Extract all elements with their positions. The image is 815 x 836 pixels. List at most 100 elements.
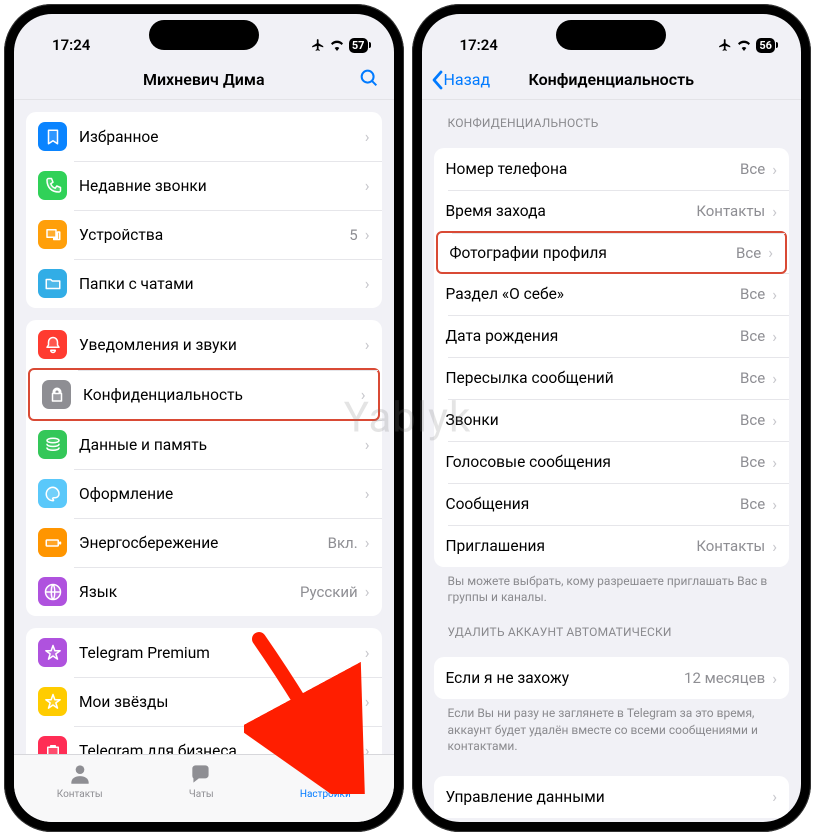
settings-row[interactable]: Недавние звонки› bbox=[26, 161, 382, 210]
bookmark-icon bbox=[38, 122, 67, 151]
chevron-right-icon: › bbox=[361, 385, 366, 404]
privacy-row[interactable]: ЗвонкиВсе› bbox=[434, 399, 790, 441]
row-value: Все bbox=[740, 453, 765, 471]
row-value: Контакты bbox=[696, 537, 765, 555]
chevron-right-icon: › bbox=[365, 274, 370, 293]
privacy-row[interactable]: СообщенияВсе› bbox=[434, 483, 790, 525]
settings-icon bbox=[312, 761, 338, 787]
nav-header: Михневич Дима bbox=[14, 62, 394, 100]
chevron-right-icon: › bbox=[365, 484, 370, 503]
phone-frame-right: 17:24 56 Назад Конфиденциальность КОНФИД… bbox=[412, 4, 812, 832]
privacy-row[interactable]: Номер телефонаВсе› bbox=[434, 148, 790, 190]
row-label: Мои звёзды bbox=[79, 693, 362, 711]
chevron-right-icon: › bbox=[772, 537, 777, 556]
chevron-right-icon: › bbox=[365, 435, 370, 454]
row-label: Энергосбережение bbox=[79, 534, 328, 552]
settings-row[interactable]: Устройства5 › bbox=[26, 210, 382, 259]
chevron-right-icon: › bbox=[772, 327, 777, 346]
chevron-right-icon: › bbox=[365, 176, 370, 195]
privacy-row[interactable]: Пересылка сообщенийВсе› bbox=[434, 357, 790, 399]
status-time: 17:24 bbox=[460, 36, 498, 54]
privacy-row[interactable]: ПриглашенияКонтакты› bbox=[434, 525, 790, 567]
chevron-right-icon: › bbox=[365, 692, 370, 711]
data-management-row[interactable]: Управление данными › bbox=[434, 776, 790, 818]
screen-left: 17:24 57 Михневич Дима Избранное›Недавни… bbox=[14, 14, 394, 822]
chevron-right-icon: › bbox=[772, 453, 777, 472]
appearance-icon bbox=[38, 479, 67, 508]
settings-row[interactable]: ЭнергосбережениеВкл.› bbox=[26, 518, 382, 567]
contacts-icon bbox=[67, 761, 93, 787]
row-value: Все bbox=[740, 411, 765, 429]
chats-icon bbox=[188, 761, 214, 787]
settings-row[interactable]: Уведомления и звуки› bbox=[26, 320, 382, 369]
row-label: Фотографии профиля bbox=[450, 244, 737, 262]
page-title: Конфиденциальность bbox=[528, 70, 694, 89]
settings-row[interactable]: Избранное› bbox=[26, 112, 382, 161]
row-value: 12 месяцев bbox=[684, 669, 765, 687]
settings-section: Telegram Premium›Мои звёзды›Telegram для… bbox=[26, 628, 382, 754]
settings-row[interactable]: Оформление› bbox=[26, 469, 382, 518]
section-privacy: Номер телефонаВсе›Время заходаКонтакты›Ф… bbox=[434, 148, 790, 567]
row-label: Управление данными bbox=[446, 788, 770, 806]
row-label: Устройства bbox=[79, 226, 349, 244]
privacy-row[interactable]: Голосовые сообщенияВсе › bbox=[434, 441, 790, 483]
battery-indicator: 56 bbox=[756, 38, 775, 53]
search-button[interactable] bbox=[358, 67, 380, 93]
row-label: Раздел «О себе» bbox=[446, 285, 741, 303]
chevron-right-icon: › bbox=[365, 741, 370, 754]
row-value: 5 bbox=[349, 226, 357, 244]
row-value: Вкл. bbox=[328, 534, 358, 552]
settings-row[interactable]: ЯзыкРусский› bbox=[26, 567, 382, 616]
settings-row[interactable]: Папки с чатами› bbox=[26, 259, 382, 308]
privacy-row[interactable]: Фотографии профиляВсе › bbox=[436, 231, 788, 274]
tab-contacts[interactable]: Контакты bbox=[57, 761, 103, 800]
row-value: Все bbox=[740, 327, 765, 345]
settings-row[interactable]: Данные и память› bbox=[26, 420, 382, 469]
tab-settings[interactable]: Настройки bbox=[300, 761, 351, 800]
row-value: Все bbox=[740, 495, 765, 513]
screen-right: 17:24 56 Назад Конфиденциальность КОНФИД… bbox=[422, 14, 802, 822]
settings-section: Уведомления и звуки›Конфиденциальность›Д… bbox=[26, 320, 382, 616]
section-header: УДАЛИТЬ АККАУНТ АВТОМАТИЧЕСКИ bbox=[422, 609, 802, 645]
settings-row[interactable]: Мои звёзды› bbox=[26, 677, 382, 726]
row-label: Голосовые сообщения bbox=[446, 453, 741, 471]
back-label: Назад bbox=[444, 70, 491, 89]
bell-icon bbox=[38, 330, 67, 359]
row-label: Номер телефона bbox=[446, 160, 741, 178]
settings-row[interactable]: Конфиденциальность› bbox=[28, 368, 380, 421]
chevron-right-icon: › bbox=[365, 225, 370, 244]
chevron-right-icon: › bbox=[772, 411, 777, 430]
privacy-row[interactable]: Раздел «О себе»Все› bbox=[434, 273, 790, 315]
row-label: Telegram для бизнеса bbox=[79, 742, 311, 755]
privacy-row[interactable]: Дата рожденияВсе › bbox=[434, 315, 790, 357]
settings-row[interactable]: Telegram для бизнесаНОВОЕ› bbox=[26, 726, 382, 754]
row-label: Telegram Premium bbox=[79, 644, 362, 662]
phone-icon bbox=[38, 171, 67, 200]
chevron-right-icon: › bbox=[772, 787, 777, 806]
wifi-icon bbox=[736, 39, 752, 51]
row-value: Все bbox=[736, 244, 761, 262]
row-value: Контакты bbox=[696, 202, 765, 220]
privacy-scroll[interactable]: КОНФИДЕНЦИАЛЬНОСТЬ Номер телефонаВсе›Вре… bbox=[422, 100, 802, 822]
back-button[interactable]: Назад bbox=[430, 70, 491, 90]
globe-icon bbox=[38, 577, 67, 606]
chevron-right-icon: › bbox=[768, 243, 773, 262]
folder-icon bbox=[38, 269, 67, 298]
row-label: Недавние звонки bbox=[79, 177, 362, 195]
row-value: Все bbox=[740, 160, 765, 178]
row-label: Дата рождения bbox=[446, 327, 741, 345]
settings-section: Избранное›Недавние звонки›Устройства5›Па… bbox=[26, 112, 382, 308]
tab-chats[interactable]: Чаты bbox=[188, 761, 214, 800]
settings-scroll[interactable]: Избранное›Недавние звонки›Устройства5›Па… bbox=[14, 100, 394, 754]
settings-row[interactable]: Telegram Premium› bbox=[26, 628, 382, 677]
chevron-right-icon: › bbox=[772, 495, 777, 514]
tab-label: Контакты bbox=[57, 789, 103, 800]
chevron-left-icon bbox=[430, 70, 444, 90]
devices-icon bbox=[38, 220, 67, 249]
business-icon bbox=[38, 736, 67, 754]
privacy-row[interactable]: Время заходаКонтакты› bbox=[434, 190, 790, 232]
auto-delete-row[interactable]: Если я не захожу 12 месяцев › bbox=[434, 657, 790, 699]
phone-frame-left: 17:24 57 Михневич Дима Избранное›Недавни… bbox=[4, 4, 404, 832]
tab-bar: Контакты Чаты Настройки bbox=[14, 754, 394, 822]
section-footer: Вы можете выбрать, кому разрешаете пригл… bbox=[422, 567, 802, 609]
